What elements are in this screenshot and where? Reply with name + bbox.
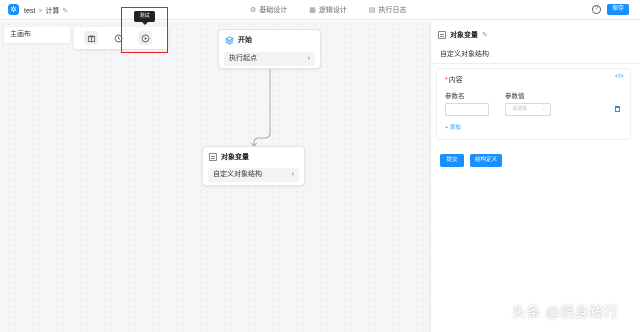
edit-name-icon[interactable]: ✎ (62, 7, 68, 15)
object-variable-node[interactable]: 对象变量 自定义对象结构 › (202, 146, 305, 186)
breadcrumb-app[interactable]: test (24, 8, 35, 15)
param-value-header: 参数值 (505, 93, 525, 100)
log-icon: ▤ (368, 7, 376, 14)
settings-icon: ⚙ (250, 7, 257, 14)
code-icon[interactable]: </> (615, 74, 624, 80)
start-node-row-label: 执行起点 (229, 55, 257, 62)
chevron-right-icon: › (307, 55, 310, 62)
content-label: *内容 (445, 75, 463, 85)
add-param-link[interactable]: + 添加 (445, 123, 461, 131)
tab-execution-log[interactable]: ▤ 执行日志 (369, 5, 407, 15)
panel-title-text: 对象变量 (450, 32, 478, 39)
package-icon[interactable] (84, 31, 98, 45)
tab-logic-design[interactable]: ▦ 逻辑设计 (309, 5, 347, 15)
app-logo-icon[interactable]: ✲ (8, 4, 19, 15)
param-value-select[interactable]: 请选择 ⌄ (505, 103, 551, 116)
main-canvas-tab[interactable]: 主画布 (4, 27, 70, 43)
tab-basic-design[interactable]: ⚙ 基础设计 (250, 5, 287, 15)
panel-subtitle: 自定义对象结构 (440, 51, 489, 58)
required-mark: * (445, 77, 448, 84)
start-node-title: 开始 (238, 37, 252, 44)
content-label-text: 内容 (448, 77, 463, 84)
breadcrumb: test > 计算 ✎ (24, 6, 68, 16)
chevron-down-icon: ⌄ (541, 106, 546, 112)
param-name-header: 参数名 (445, 93, 465, 100)
tab-label: 逻辑设计 (318, 7, 347, 14)
variable-icon (438, 31, 446, 39)
design-tabs: ⚙ 基础设计 ▦ 逻辑设计 ▤ 执行日志 (250, 5, 407, 15)
breadcrumb-separator: > (38, 7, 43, 15)
variable-icon (209, 153, 217, 161)
tab-label: 执行日志 (378, 7, 407, 14)
chevron-right-icon: › (291, 171, 294, 178)
variable-node-title: 对象变量 (221, 154, 249, 161)
help-icon[interactable]: ? (592, 5, 601, 14)
start-node[interactable]: 开始 执行起点 › (218, 29, 321, 69)
param-value-placeholder: 请选择 (512, 106, 528, 112)
breadcrumb-page: 计算 (45, 8, 60, 15)
test-tooltip: 测试 (134, 11, 155, 25)
edit-title-icon[interactable]: ✎ (482, 31, 488, 39)
param-name-input[interactable] (445, 103, 489, 116)
start-node-header: 开始 (225, 35, 252, 45)
save-button[interactable]: 保存 (607, 4, 629, 15)
variable-node-row-label: 自定义对象结构 (213, 171, 262, 178)
variable-node-header: 对象变量 (209, 152, 249, 162)
panel-title: 对象变量 ✎ (438, 30, 488, 40)
tab-label: 基础设计 (259, 7, 288, 14)
submit-button[interactable]: 提交 (440, 154, 464, 167)
panel-divider (430, 63, 640, 64)
struct-definition-button[interactable]: 结构定义 (470, 154, 502, 167)
start-node-row[interactable]: 执行起点 › (224, 52, 315, 66)
layers-icon (225, 35, 234, 45)
variable-node-row[interactable]: 自定义对象结构 › (208, 168, 299, 182)
watermark: 头条 @躬身践行 (512, 304, 619, 320)
grid-icon: ▦ (309, 7, 316, 14)
delete-icon[interactable] (615, 106, 620, 112)
top-bar: ✲ test > 计算 ✎ ⚙ 基础设计 ▦ 逻辑设计 ▤ 执行日志 ? 保存 (0, 0, 640, 20)
